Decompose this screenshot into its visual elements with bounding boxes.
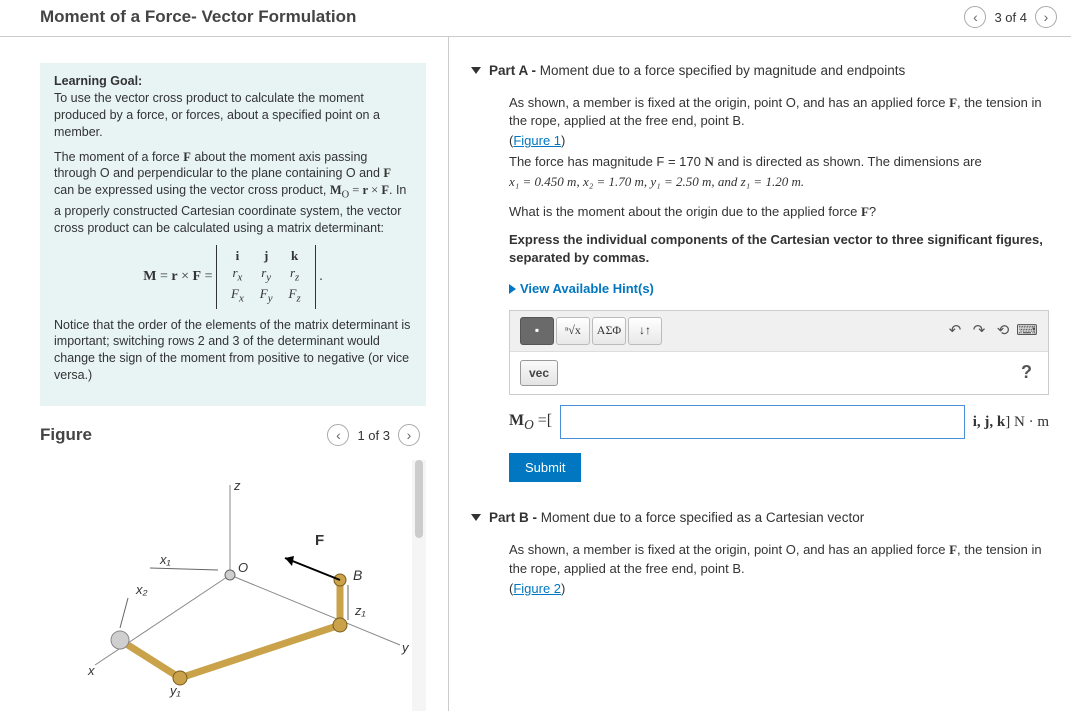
keyboard-button[interactable]: ⌨ (1016, 320, 1038, 342)
next-figure-button[interactable]: › (398, 424, 420, 446)
part-a-body-2: The force has magnitude F = 170 N and is… (509, 153, 1049, 171)
expand-icon (509, 284, 516, 294)
arrows-button[interactable]: ↓↑ (628, 317, 662, 345)
answer-lhs: MO =[ (509, 410, 552, 435)
redo-button[interactable]: ↷ (968, 320, 990, 342)
svg-text:y₁: y₁ (169, 683, 181, 698)
reset-button[interactable]: ⟲ (992, 320, 1014, 342)
help-button[interactable]: ? (1021, 360, 1038, 385)
determinant-formula: M = r × F = ijk rxryrz FxFyFz . (54, 245, 412, 309)
page-title: Moment of a Force- Vector Formulation (40, 7, 356, 27)
learning-goal-text-3: Notice that the order of the elements of… (54, 317, 412, 385)
part-a-instructions: Express the individual components of the… (509, 231, 1049, 267)
header-pager: ‹ 3 of 4 › (964, 6, 1057, 28)
svg-text:x₁: x₁ (159, 552, 171, 567)
svg-text:B: B (353, 567, 362, 583)
svg-text:F: F (315, 532, 324, 549)
part-a-header[interactable]: Part A - Moment due to a force specified… (471, 63, 1057, 78)
view-hints-button[interactable]: View Available Hint(s) (509, 280, 1049, 298)
answer-panel: ▪ ⁿ√x ΑΣΦ ↓↑ ↶ ↷ ⟲ ⌨ vec ? (509, 310, 1049, 396)
learning-goal-text-2: The moment of a force F about the moment… (54, 149, 412, 237)
format-toggle-button[interactable]: ▪ (520, 317, 554, 345)
collapse-icon (471, 67, 481, 74)
figure-page-indicator: 1 of 3 (357, 428, 390, 443)
part-a-body-1: As shown, a member is fixed at the origi… (509, 94, 1049, 130)
vec-button[interactable]: vec (520, 360, 558, 387)
page-indicator: 3 of 4 (994, 10, 1027, 25)
svg-text:x: x (87, 663, 95, 678)
templates-button[interactable]: ⁿ√x (556, 317, 590, 345)
svg-text:x₂: x₂ (135, 582, 148, 597)
learning-goal-panel: Learning Goal: To use the vector cross p… (40, 63, 426, 406)
part-a-question: What is the moment about the origin due … (509, 203, 1049, 221)
learning-goal-text-1: To use the vector cross product to calcu… (54, 91, 380, 139)
prev-question-button[interactable]: ‹ (964, 6, 986, 28)
undo-button[interactable]: ↶ (944, 320, 966, 342)
svg-text:O: O (238, 560, 248, 575)
symbols-button[interactable]: ΑΣΦ (592, 317, 626, 345)
answer-input[interactable] (560, 405, 965, 439)
prev-figure-button[interactable]: ‹ (327, 424, 349, 446)
figure-1-link[interactable]: Figure 1 (513, 133, 561, 148)
next-question-button[interactable]: › (1035, 6, 1057, 28)
part-b-body-1: As shown, a member is fixed at the origi… (509, 541, 1049, 577)
figure-viewport: z x y O F B x₁ (40, 460, 426, 711)
figure-heading: Figure (40, 425, 92, 445)
svg-text:z: z (233, 478, 241, 493)
figure-2-link[interactable]: Figure 2 (513, 581, 561, 596)
part-a-dimensions: x₁ = 0.450 m, x₂ = 1.70 m, y₁ = 2.50 m, … (509, 173, 1049, 191)
svg-text:y: y (401, 640, 410, 655)
figure-diagram: z x y O F B x₁ (60, 470, 420, 710)
submit-button[interactable]: Submit (509, 453, 581, 482)
learning-goal-heading: Learning Goal: (54, 74, 142, 88)
answer-units: i, j, k] N · m (973, 412, 1049, 433)
part-b-header[interactable]: Part B - Moment due to a force specified… (471, 510, 1057, 525)
svg-text:z₁: z₁ (354, 603, 366, 618)
collapse-icon (471, 514, 481, 521)
